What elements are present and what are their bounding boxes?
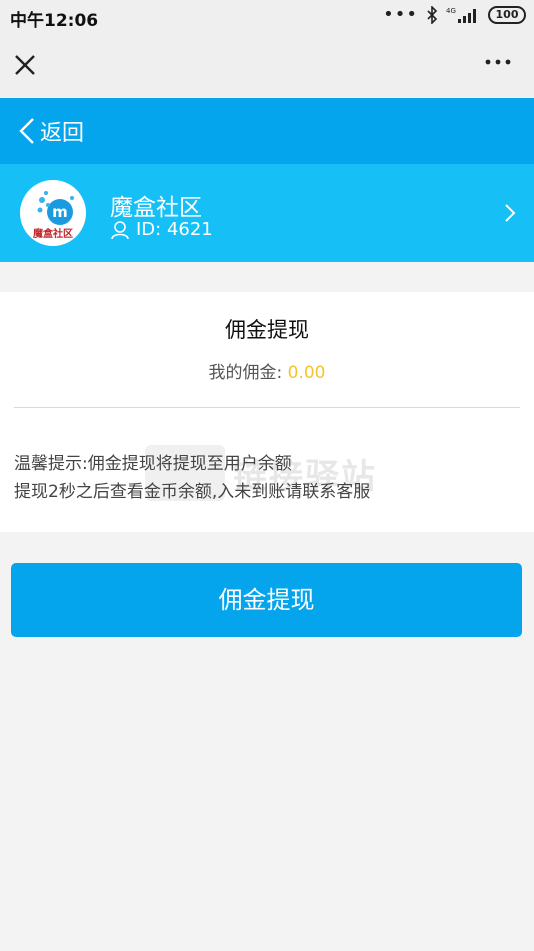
profile-id-row: ID: 4621 <box>110 219 213 240</box>
battery-icon: 100 <box>488 6 526 24</box>
chevron-left-icon <box>19 118 34 144</box>
withdraw-card: 佣金提现 我的佣金: 0.00 链接驿站 温馨提示:佣金提现将提现至用户余额 提… <box>0 292 534 532</box>
commission-row: 我的佣金: 0.00 <box>0 358 534 383</box>
svg-text:魔盒社区: 魔盒社区 <box>33 227 73 240</box>
webview-top-bar <box>0 32 534 98</box>
status-icons: ••• 4G 100 <box>383 6 526 24</box>
svg-text:m: m <box>52 203 68 221</box>
chevron-right-icon <box>505 204 516 222</box>
back-label: 返回 <box>40 121 85 146</box>
app-header: 返回 <box>0 98 534 164</box>
tip-line-2: 提现2秒之后查看金币余额,入未到账请联系客服 <box>14 482 371 502</box>
profile-card[interactable]: m 魔盒社区 魔盒社区 ID: 4621 <box>0 164 534 262</box>
status-dots-icon: ••• <box>383 4 418 25</box>
signal-icon: 4G <box>446 7 476 23</box>
close-icon[interactable] <box>12 52 38 78</box>
status-bar: 中午12:06 ••• 4G 100 <box>0 0 534 32</box>
profile-id: ID: 4621 <box>136 219 213 240</box>
tip-text: 温馨提示:佣金提现将提现至用户余额 提现2秒之后查看金币余额,入未到账请联系客服 <box>14 450 524 506</box>
commission-amount: 0.00 <box>287 363 326 383</box>
more-dots-icon[interactable] <box>484 56 512 68</box>
back-button[interactable]: 返回 <box>18 114 84 148</box>
profile-name: 魔盒社区 <box>110 195 202 221</box>
user-icon <box>111 220 129 239</box>
bluetooth-icon <box>427 6 438 24</box>
tip-line-1: 温馨提示:佣金提现将提现至用户余额 <box>14 454 292 474</box>
avatar: m 魔盒社区 <box>20 180 86 246</box>
network-type: 4G <box>446 7 456 15</box>
status-time: 中午12:06 <box>10 11 99 31</box>
withdraw-button[interactable]: 佣金提现 <box>11 563 522 637</box>
commission-label: 我的佣金: <box>208 363 288 383</box>
divider <box>14 407 520 408</box>
withdraw-title: 佣金提现 <box>225 318 309 342</box>
magic-box-logo-icon: m 魔盒社区 <box>33 191 74 240</box>
